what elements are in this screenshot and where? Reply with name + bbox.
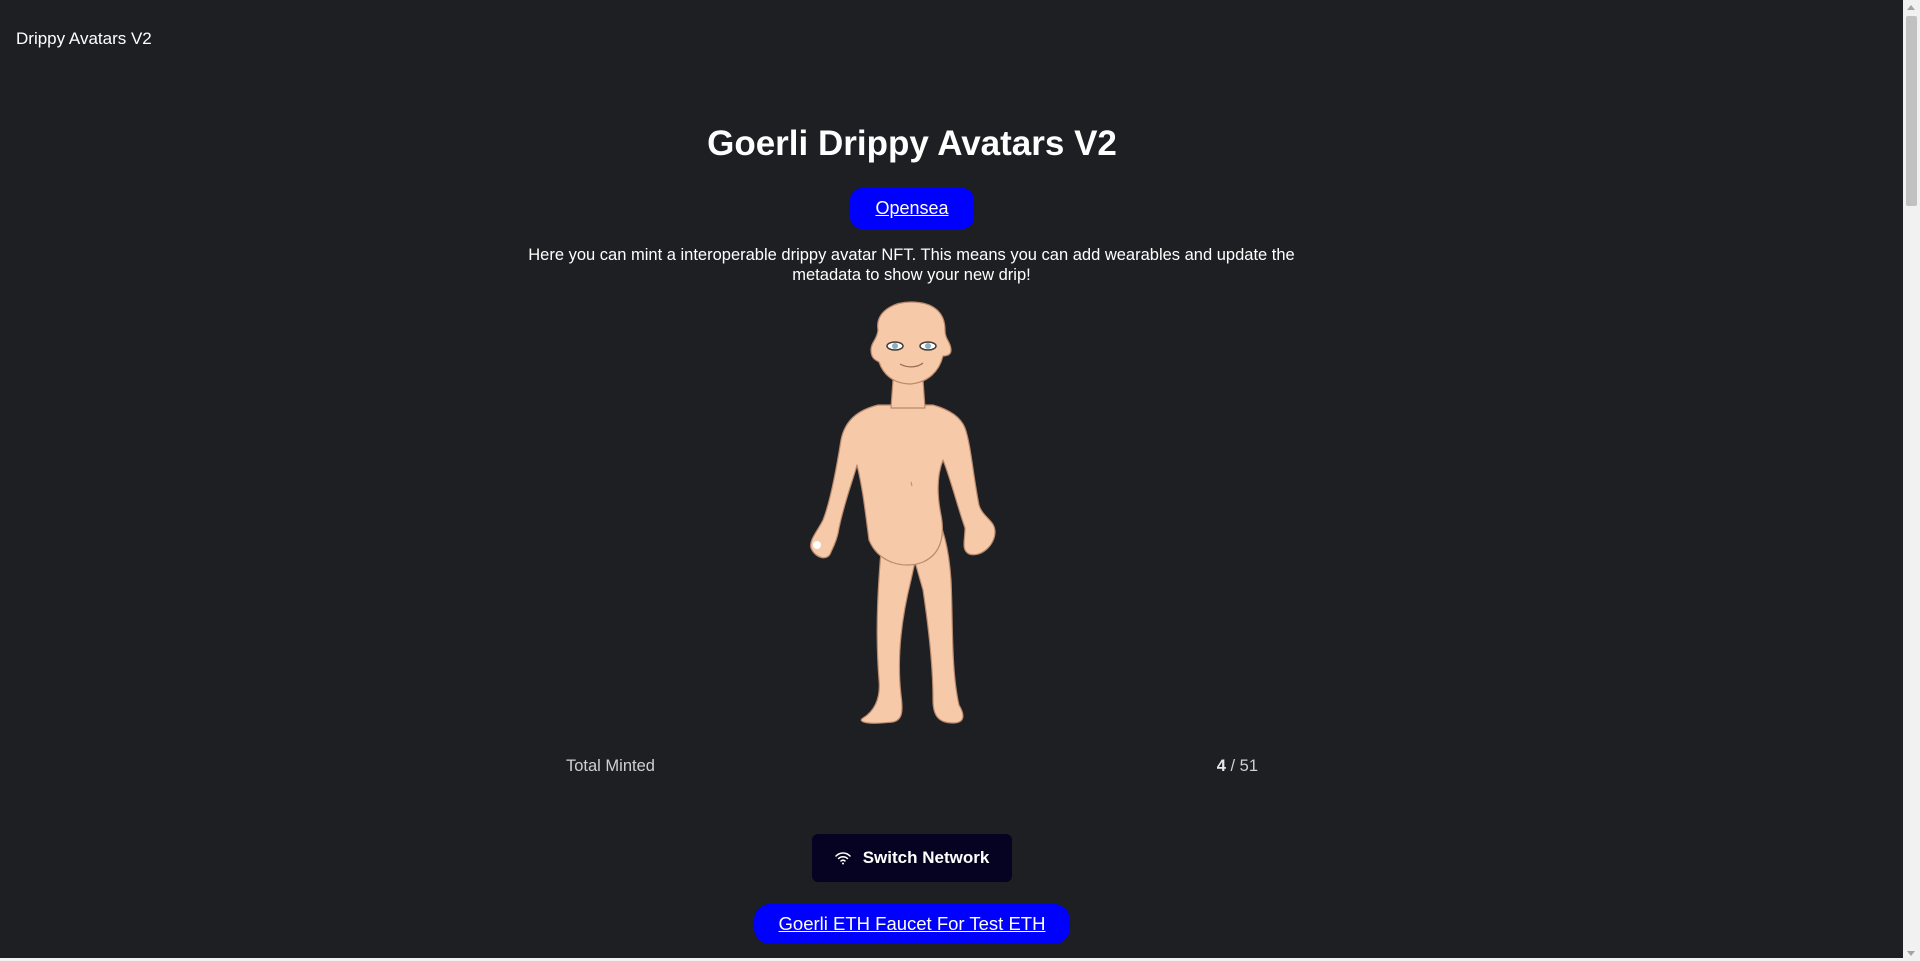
avatar-image	[810, 301, 996, 724]
switch-network-button[interactable]: Switch Network	[812, 834, 1012, 882]
total-minted-label: Total Minted	[566, 757, 655, 775]
total-minted-value: 4 / 51	[1217, 757, 1258, 776]
description-text: Here you can mint a interoperable drippy…	[528, 246, 1295, 284]
switch-network-label: Switch Network	[862, 848, 990, 867]
faucet-link[interactable]: Goerli ETH Faucet For Test ETH	[754, 904, 1070, 944]
page-title: Goerli Drippy Avatars V2	[707, 124, 1117, 163]
wifi-icon	[834, 852, 851, 865]
count-separator: /	[1225, 757, 1240, 775]
main-content: Goerli Drippy Avatars V2 Opensea Here yo…	[0, 0, 1902, 961]
page: Drippy Avatars V2 Goerli Drippy Avatars …	[0, 0, 1920, 961]
scroll-down-icon[interactable]	[1907, 951, 1915, 956]
scroll-up-icon[interactable]	[1907, 5, 1915, 10]
total-minted-row: Total Minted 4 / 51	[566, 757, 1258, 779]
opensea-link[interactable]: Opensea	[850, 188, 974, 229]
scrollbar-thumb[interactable]	[1906, 16, 1917, 206]
vertical-scrollbar[interactable]	[1903, 0, 1920, 961]
max-supply: 51	[1239, 757, 1258, 775]
minted-count: 4	[1216, 757, 1226, 775]
